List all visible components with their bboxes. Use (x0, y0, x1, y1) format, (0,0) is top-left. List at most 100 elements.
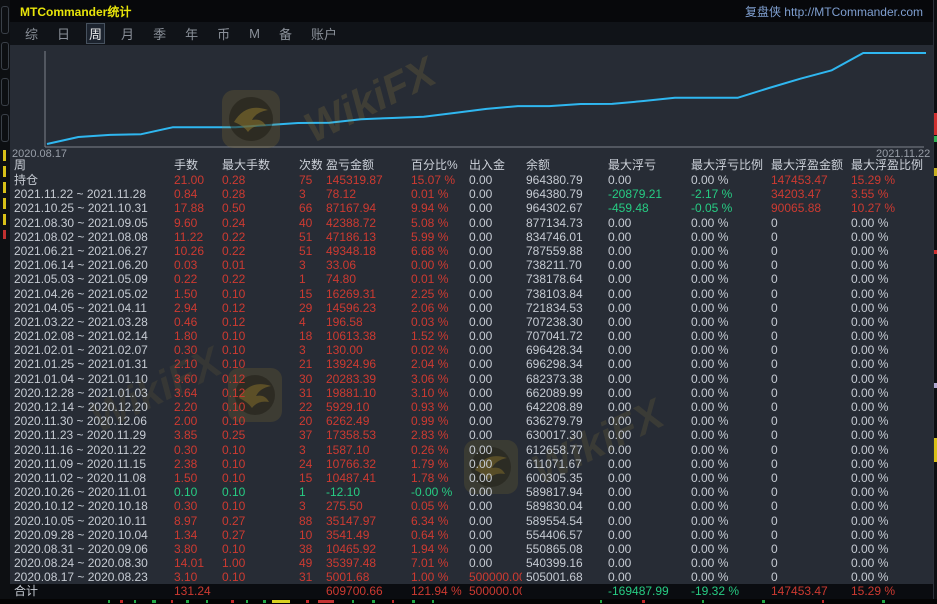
table-row[interactable]: 2021.06.21 ~ 2021.06.2710.260.225149348.… (10, 244, 933, 258)
menu-item-年[interactable]: 年 (182, 23, 201, 44)
table-row[interactable]: 2020.10.26 ~ 2020.11.010.100.101-12.10-0… (10, 485, 933, 499)
table-cell: 1.50 (170, 471, 218, 485)
table-cell: 0.00 (465, 258, 522, 272)
table-cell: 642208.89 (522, 400, 604, 414)
table-cell: 0 (767, 457, 847, 471)
menu-item-备[interactable]: 备 (276, 23, 295, 44)
table-cell: 0 (767, 428, 847, 442)
period-menu-bar: 综日周月季年币M备账户 (10, 22, 933, 45)
table-row[interactable]: 2020.11.02 ~ 2020.11.081.500.101510487.4… (10, 471, 933, 485)
table-row[interactable]: 持仓21.000.2875145319.8715.07 %0.00964380.… (10, 173, 933, 187)
menu-item-账户[interactable]: 账户 (308, 23, 340, 44)
column-header: 最大手数 (218, 158, 295, 173)
table-row[interactable]: 2021.05.03 ~ 2021.05.090.220.22174.800.0… (10, 272, 933, 286)
table-row[interactable]: 2021.01.04 ~ 2021.01.103.600.123020283.3… (10, 372, 933, 386)
table-row[interactable]: 2021.06.14 ~ 2021.06.200.030.01333.060.0… (10, 258, 933, 272)
table-cell: 0 (767, 301, 847, 315)
table-row[interactable]: 2020.08.24 ~ 2020.08.3014.011.004935397.… (10, 556, 933, 570)
table-cell: -20879.21 (604, 187, 687, 201)
table-cell: 0 (767, 287, 847, 301)
table-row[interactable]: 2020.11.09 ~ 2020.11.152.380.102410766.3… (10, 457, 933, 471)
menu-item-季[interactable]: 季 (150, 23, 169, 44)
menu-item-日[interactable]: 日 (54, 23, 73, 44)
vendor-link[interactable]: 复盘侠 http://MTCommander.com (745, 3, 923, 20)
table-row[interactable]: 2020.11.30 ~ 2020.12.062.000.10206262.49… (10, 414, 933, 428)
menu-item-综[interactable]: 综 (22, 23, 41, 44)
menu-item-M[interactable]: M (246, 25, 263, 42)
table-cell: 0.01 % (407, 272, 465, 286)
window-titlebar[interactable]: MTCommander统计 复盘侠 http://MTCommander.com (10, 0, 933, 22)
table-cell: 682373.38 (522, 372, 604, 386)
background-candle-fragment (246, 600, 248, 603)
table-row[interactable]: 2021.08.30 ~ 2021.09.059.600.244042388.7… (10, 216, 933, 230)
table-cell: 0.00 (465, 173, 522, 187)
table-row[interactable]: 2020.10.05 ~ 2020.10.118.970.278835147.9… (10, 514, 933, 528)
table-cell: 66 (295, 201, 322, 215)
table-cell: 17358.53 (322, 428, 407, 442)
table-cell: 0.00 (604, 329, 687, 343)
table-row[interactable]: 2020.12.28 ~ 2021.01.033.640.123119881.1… (10, 386, 933, 400)
table-cell: 3.06 % (407, 372, 465, 386)
background-candle-fragment (352, 600, 354, 603)
table-row[interactable]: 2021.10.25 ~ 2021.10.3117.880.506687167.… (10, 201, 933, 215)
table-row[interactable]: 2021.11.22 ~ 2021.11.280.840.28378.120.0… (10, 187, 933, 201)
table-cell: 0.00 % (687, 443, 767, 457)
table-cell: 2021.06.21 ~ 2021.06.27 (10, 244, 170, 258)
table-cell: 787559.88 (522, 244, 604, 258)
table-row[interactable]: 2021.04.26 ~ 2021.05.021.500.101516269.3… (10, 287, 933, 301)
table-row[interactable]: 2020.08.31 ~ 2020.09.063.800.103810465.9… (10, 542, 933, 556)
table-cell: 0.00 (604, 386, 687, 400)
table-cell: 2020.10.12 ~ 2020.10.18 (10, 499, 170, 513)
table-cell: 9.94 % (407, 201, 465, 215)
table-row[interactable]: 2021.03.22 ~ 2021.03.280.460.124196.580.… (10, 315, 933, 329)
table-cell: 147453.47 (767, 173, 847, 187)
table-cell: 0.00 (604, 343, 687, 357)
table-row[interactable]: 2021.01.25 ~ 2021.01.312.100.102113924.9… (10, 357, 933, 371)
table-cell: 11.22 (170, 230, 218, 244)
table-cell: 20 (295, 414, 322, 428)
table-cell: 0.46 (170, 315, 218, 329)
table-cell: 0.00 (604, 556, 687, 570)
table-cell: 130.00 (322, 343, 407, 357)
table-row[interactable]: 2020.09.28 ~ 2020.10.041.340.27103541.49… (10, 528, 933, 542)
table-cell (218, 584, 295, 598)
menu-item-周[interactable]: 周 (86, 23, 105, 44)
menu-item-月[interactable]: 月 (118, 23, 137, 44)
table-cell: 2021.01.04 ~ 2021.01.10 (10, 372, 170, 386)
table-cell: 0.00 % (687, 173, 767, 187)
table-cell: 2020.10.26 ~ 2020.11.01 (10, 485, 170, 499)
table-cell: 2020.08.17 ~ 2020.08.23 (10, 570, 170, 584)
table-row[interactable]: 2020.11.23 ~ 2020.11.293.850.253717358.5… (10, 428, 933, 442)
table-row[interactable]: 2021.04.05 ~ 2021.04.112.940.122914596.2… (10, 301, 933, 315)
table-cell: 0.00 % (687, 400, 767, 414)
table-cell: 0.00 % (847, 457, 933, 471)
table-row[interactable]: 2021.02.08 ~ 2021.02.141.800.101810613.3… (10, 329, 933, 343)
table-cell: 2021.11.22 ~ 2021.11.28 (10, 187, 170, 201)
table-row[interactable]: 2020.10.12 ~ 2020.10.180.300.103275.500.… (10, 499, 933, 513)
table-cell: 40 (295, 216, 322, 230)
table-cell: 31 (295, 570, 322, 584)
table-row[interactable]: 2021.08.02 ~ 2021.08.0811.220.225147186.… (10, 230, 933, 244)
table-cell: 10 (295, 528, 322, 542)
table-row[interactable]: 2020.11.16 ~ 2020.11.220.300.1031587.100… (10, 443, 933, 457)
table-cell: 3 (295, 258, 322, 272)
table-row[interactable]: 2020.08.17 ~ 2020.08.233.100.10315001.68… (10, 570, 933, 584)
table-cell: 31 (295, 386, 322, 400)
menu-item-币[interactable]: 币 (214, 23, 233, 44)
table-cell: 0.01 % (407, 187, 465, 201)
table-row[interactable]: 2020.12.14 ~ 2020.12.202.200.10225929.10… (10, 400, 933, 414)
table-cell: 0.00 % (847, 485, 933, 499)
table-cell: 2.38 (170, 457, 218, 471)
table-cell: 834746.01 (522, 230, 604, 244)
table-cell: 17.88 (170, 201, 218, 215)
background-candle-fragment (272, 600, 290, 603)
table-cell: 6.34 % (407, 514, 465, 528)
table-cell: 34203.47 (767, 187, 847, 201)
table-cell: 0.00 (604, 301, 687, 315)
table-cell: 2020.08.31 ~ 2020.09.06 (10, 542, 170, 556)
table-cell: 88 (295, 514, 322, 528)
table-cell: 0.00 % (847, 542, 933, 556)
table-row[interactable]: 2021.02.01 ~ 2021.02.070.300.103130.000.… (10, 343, 933, 357)
background-candle-fragment (432, 600, 434, 603)
table-cell: 196.58 (322, 315, 407, 329)
